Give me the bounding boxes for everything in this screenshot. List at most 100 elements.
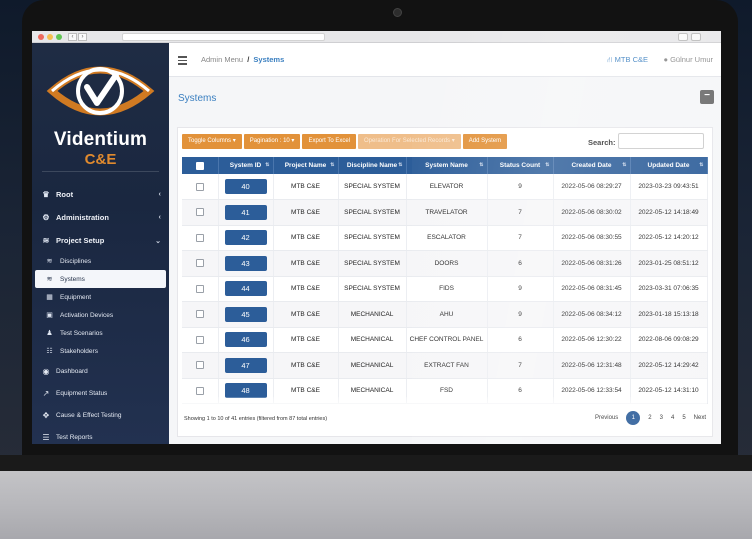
row-select-cell[interactable] <box>182 174 219 200</box>
sidebar-item-disciplines[interactable]: ≋ Disciplines <box>32 252 169 270</box>
cell-system-id[interactable]: 47 <box>218 352 274 379</box>
sidebar-item-test-reports[interactable]: ☰ Test Reports <box>32 426 169 444</box>
table-row[interactable]: 43 MTB C&E SPECIAL SYSTEM DOORS 6 2022-05-06 … <box>182 250 708 277</box>
pagination-previous[interactable]: Previous <box>595 415 618 421</box>
cell-system-id[interactable]: 41 <box>218 199 274 226</box>
add-system-button[interactable]: Add System <box>462 134 508 149</box>
system-id-badge[interactable]: 41 <box>224 204 267 220</box>
table-row[interactable]: 46 MTB C&E MECHANICAL CHEF CONTROL PANEL 6 20… <box>182 327 708 353</box>
row-checkbox[interactable] <box>195 284 204 293</box>
cell-updated-date: 2022-05-12 14:20:12 <box>630 225 708 251</box>
table-row[interactable]: 44 MTB C&E SPECIAL SYSTEM FIDS 9 2022-05-06 0… <box>182 276 708 302</box>
system-id-badge[interactable]: 46 <box>224 332 267 348</box>
cell-text: MTB C&E <box>291 285 320 293</box>
pagination-next[interactable]: Next <box>694 415 706 421</box>
sidebar-item-project-setup[interactable]: ≋ Project Setup ⌄ <box>32 229 169 252</box>
column-header-system-name[interactable]: System Name ⇅ <box>406 157 488 174</box>
cell-system-id[interactable]: 43 <box>218 250 274 277</box>
pagination-page-3[interactable]: 3 <box>660 415 663 421</box>
row-checkbox[interactable] <box>195 310 204 319</box>
back-icon[interactable]: ‹ <box>68 33 77 41</box>
row-checkbox[interactable] <box>195 233 204 242</box>
menu-toggle-icon[interactable] <box>178 56 187 67</box>
maximize-window-icon[interactable] <box>56 34 62 40</box>
select-all-checkbox[interactable] <box>195 161 204 170</box>
sidebar-item-equipment[interactable]: ▦ Equipment <box>32 288 169 306</box>
system-id-badge[interactable]: 48 <box>224 383 267 399</box>
sidebar-item-equipment-status[interactable]: ↗ Equipment Status <box>32 382 169 404</box>
sidebar-item-cause-effect-testing[interactable]: ✥ Cause & Effect Testing <box>32 404 169 426</box>
column-header-system-id[interactable]: System ID ⇅ <box>218 157 274 174</box>
address-bar[interactable] <box>122 33 325 41</box>
row-select-cell[interactable] <box>182 276 219 302</box>
search-input[interactable] <box>618 133 704 149</box>
sidebar-item-test-scenarios[interactable]: ♟ Test Scenarios <box>32 324 169 342</box>
sidebar-item-label: Equipment <box>60 293 92 301</box>
pagination-button[interactable]: Pagination : 10 ▾ <box>243 134 301 149</box>
sidebar-item-dashboard[interactable]: ◉ Dashboard <box>32 360 169 382</box>
export-excel-button[interactable]: Export To Excel <box>302 134 357 149</box>
row-checkbox[interactable] <box>195 182 204 191</box>
minimize-window-icon[interactable] <box>47 34 53 40</box>
tabs-icon[interactable] <box>691 33 701 41</box>
sidebar-item-administration[interactable]: ⚙ Administration ‹ <box>32 206 169 229</box>
system-id-badge[interactable]: 47 <box>224 357 267 373</box>
sidebar-item-root[interactable]: ♛ Root ‹ <box>32 183 169 206</box>
row-select-cell[interactable] <box>182 352 219 379</box>
pagination-page-1[interactable]: 1 <box>626 411 641 425</box>
row-checkbox[interactable] <box>195 259 204 268</box>
close-window-icon[interactable] <box>38 34 44 40</box>
cell-system-id[interactable]: 42 <box>218 225 274 251</box>
row-select-cell[interactable] <box>182 301 219 328</box>
column-header-discipline-name[interactable]: Discipline Name ⇅ <box>338 157 407 174</box>
row-checkbox[interactable] <box>195 335 204 344</box>
sidebar-item-stakeholders[interactable]: ☷ Stakeholders <box>32 342 169 360</box>
cell-system-id[interactable]: 44 <box>218 276 274 302</box>
toggle-columns-button[interactable]: Toggle Columns ▾ <box>182 134 242 149</box>
sidebar-item-activation-devices[interactable]: ▣ Activation Devices <box>32 306 169 324</box>
pagination-page-4[interactable]: 4 <box>671 415 674 421</box>
cell-system-id[interactable]: 45 <box>218 301 274 328</box>
system-id-badge[interactable]: 40 <box>224 179 267 194</box>
chevron-left-icon: ‹ <box>158 191 161 198</box>
system-id-badge[interactable]: 42 <box>224 230 267 246</box>
chevron-down-icon: ▾ <box>232 138 236 144</box>
sidebar-item-label: Test Reports <box>56 433 93 441</box>
select-all-header[interactable] <box>182 157 219 174</box>
column-header-created-date[interactable]: Created Date ⇅ <box>553 157 631 174</box>
column-header-project-name[interactable]: Project Name ⇅ <box>273 157 339 174</box>
forward-icon[interactable]: › <box>78 33 87 41</box>
table-row[interactable]: 47 MTB C&E MECHANICAL EXTRACT FAN 7 2022-05-0… <box>182 352 708 379</box>
selected-records-operation-button[interactable]: Operation For Selected Records ▾ <box>358 134 461 149</box>
column-header-updated-date[interactable]: Updated Date ⇅ <box>630 157 708 174</box>
breadcrumb-admin-menu[interactable]: Admin Menu <box>201 55 243 64</box>
user-menu[interactable]: ● Gülnur Umur <box>663 55 713 64</box>
system-id-badge[interactable]: 44 <box>224 281 267 297</box>
row-checkbox[interactable] <box>195 361 204 370</box>
brand-logo[interactable]: Videntium C&E <box>32 51 169 168</box>
pagination-page-2[interactable]: 2 <box>648 415 651 421</box>
row-select-cell[interactable] <box>182 225 219 251</box>
crown-icon: ♛ <box>42 190 50 199</box>
row-checkbox[interactable] <box>195 386 204 395</box>
system-id-badge[interactable]: 43 <box>224 255 267 271</box>
column-header-status-count[interactable]: Status Count ⇅ <box>487 157 554 174</box>
cell-system-id[interactable]: 40 <box>218 174 274 200</box>
table-row[interactable]: 40 MTB C&E SPECIAL SYSTEM ELEVATOR 9 2022-05-… <box>182 174 708 200</box>
row-select-cell[interactable] <box>182 327 219 353</box>
cell-text: 2023-01-25 08:51:12 <box>638 259 699 267</box>
collapse-button[interactable]: − <box>700 90 714 104</box>
pagination-page-5[interactable]: 5 <box>682 415 685 421</box>
row-checkbox[interactable] <box>195 208 204 217</box>
share-icon[interactable] <box>678 33 688 41</box>
row-select-cell[interactable] <box>182 199 219 226</box>
row-select-cell[interactable] <box>182 250 219 277</box>
table-row[interactable]: 42 MTB C&E SPECIAL SYSTEM ESCALATOR 7 2022-05… <box>182 225 708 251</box>
table-row[interactable]: 41 MTB C&E SPECIAL SYSTEM TRAVELATOR 7 2022-0… <box>182 199 708 226</box>
system-id-badge[interactable]: 45 <box>224 306 267 322</box>
table-row[interactable]: 45 MTB C&E MECHANICAL AHU 9 2022-05-06 08:34:… <box>182 301 708 328</box>
organization-link[interactable]: ⛙ MTB C&E <box>607 55 648 65</box>
cell-updated-date: 2022-08-06 09:08:29 <box>630 327 708 353</box>
cell-system-id[interactable]: 46 <box>218 327 274 353</box>
sidebar-item-systems[interactable]: ≋ Systems <box>35 270 166 288</box>
